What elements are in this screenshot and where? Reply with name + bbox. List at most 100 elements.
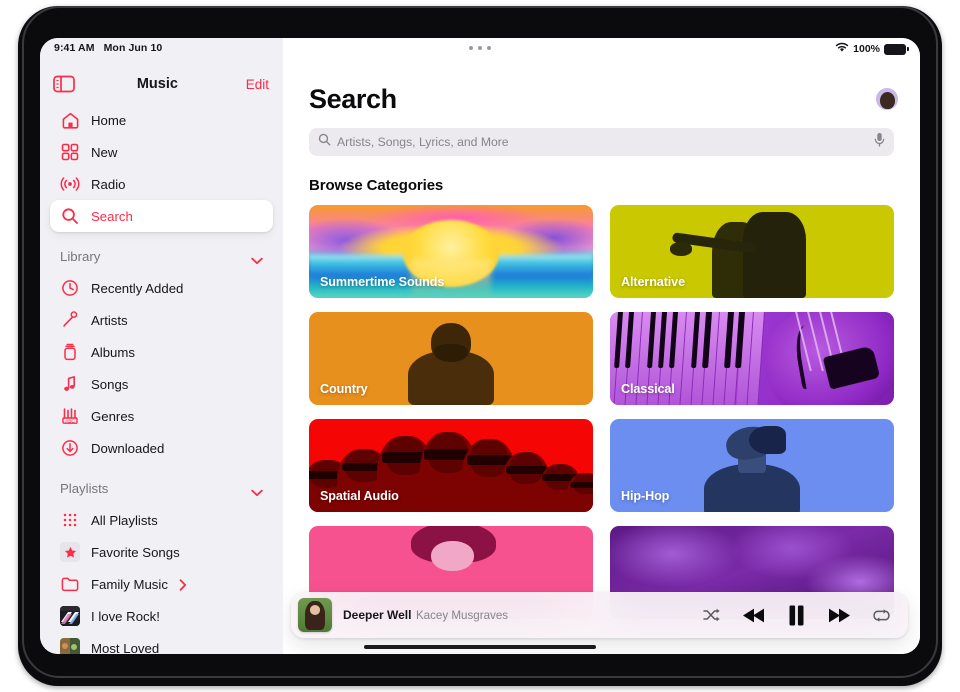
sidebar-item-label: Recently Added [91,280,184,296]
category-tile-alternative[interactable]: Alternative [610,205,894,298]
sidebar-item-i-love-rock[interactable]: I love Rock! [50,600,273,632]
repeat-button[interactable] [873,608,890,623]
album-stack-icon [60,342,80,362]
now-playing-title: Deeper Well [343,608,412,622]
sidebar-item-new[interactable]: New [50,136,273,168]
category-tile-label: Alternative [621,275,685,289]
sidebar-item-label: Home [91,112,127,128]
chevron-down-icon[interactable] [251,252,263,265]
sidebar-item-label: Most Loved [91,640,160,655]
now-playing-text: Deeper Well Kacey Musgraves [343,606,703,624]
clock-icon [60,278,80,298]
sidebar-item-label: Artists [91,312,128,328]
sidebar-item-label: Downloaded [91,440,165,456]
library-group-label: Library [60,248,101,264]
category-tile-label: Summertime Sounds [320,275,445,289]
avatar-face [879,92,895,109]
playlists-group-header[interactable]: Playlists [50,473,273,503]
handle-dot [487,46,491,50]
home-indicator[interactable] [364,645,596,649]
category-tile-summertime-sounds[interactable]: Summertime Sounds [309,205,593,298]
sidebar-title: Music [136,76,178,92]
sidebar-item-label: Albums [91,344,135,360]
multitasking-handle[interactable] [469,46,491,50]
chevron-down-icon[interactable] [251,484,263,497]
sidebar-item-radio[interactable]: Radio [50,168,273,200]
now-playing-bar[interactable]: Deeper Well Kacey Musgraves [291,592,908,638]
svg-text:ABC: ABC [65,418,75,423]
sidebar-item-label: Songs [91,376,129,392]
sidebar: Music Edit Home New Radio Search Library… [40,38,283,654]
next-button[interactable] [827,607,851,624]
dot-grid-icon [60,510,80,530]
edit-button[interactable]: Edit [246,77,269,92]
sidebar-item-label: All Playlists [91,512,158,528]
sidebar-item-label: Search [91,208,133,224]
playback-controls [703,605,890,626]
music-note-icon [60,374,80,394]
microphone-icon [60,310,80,330]
ipad-screen: 9:41 AM Mon Jun 10 100% Music Edit Home … [40,38,920,654]
figure-art [743,211,806,298]
sidebar-item-label: Favorite Songs [91,544,180,560]
house-icon [60,110,80,130]
sidebar-header: Music Edit [40,64,283,104]
main-content: Search Artists, Songs, Lyrics, and More [283,38,920,654]
sidebar-item-label: New [91,144,118,160]
category-tile-country[interactable]: Country [309,312,593,405]
sidebar-item-label: Genres [91,408,135,424]
category-tile-label: Hip-Hop [621,489,670,503]
sidebar-item-label: Radio [91,176,126,192]
playlist-artwork [60,638,80,654]
sidebar-item-favorite-songs[interactable]: Favorite Songs [50,536,273,568]
microphone-icon[interactable] [873,132,886,152]
sidebar-item-family-music[interactable]: Family Music [50,568,273,600]
sidebar-item-genres[interactable]: ABC Genres [50,400,273,432]
play-pause-button[interactable] [788,605,805,626]
sidebar-item-downloaded[interactable]: Downloaded [50,432,273,464]
sidebar-item-label: Family Music [91,576,168,592]
handle-dot [469,46,473,50]
grid-squares-icon [60,142,80,162]
handle-dot [478,46,482,50]
category-tile-label: Classical [621,382,675,396]
star-icon [60,542,80,562]
magnifier-icon [318,133,331,151]
category-tile-spatial-audio[interactable]: Spatial Audio [309,419,593,512]
category-tile-label: Country [320,382,368,396]
search-page: Search Artists, Songs, Lyrics, and More [283,64,920,619]
category-tile-label: Spatial Audio [320,489,399,503]
sidebar-item-home[interactable]: Home [50,104,273,136]
genres-icon: ABC [60,406,80,426]
playlists-group-label: Playlists [60,480,109,496]
hair-art [749,426,787,455]
sidebar-item-search[interactable]: Search [50,200,273,232]
sidebar-item-albums[interactable]: Albums [50,336,273,368]
shuffle-button[interactable] [703,608,720,622]
category-tile-classical[interactable]: Classical [610,312,894,405]
sidebar-item-recently-added[interactable]: Recently Added [50,272,273,304]
sidebar-item-artists[interactable]: Artists [50,304,273,336]
magnifier-icon [60,206,80,226]
category-tile-hip-hop[interactable]: Hip-Hop [610,419,894,512]
search-input[interactable]: Artists, Songs, Lyrics, and More [309,128,894,156]
face-art [431,540,474,571]
folder-icon [60,574,80,594]
album-artwork[interactable] [298,598,332,632]
sidebar-item-songs[interactable]: Songs [50,368,273,400]
now-playing-artist: Kacey Musgraves [415,609,509,622]
library-group-header[interactable]: Library [50,241,273,271]
user-avatar[interactable] [876,88,898,110]
previous-button[interactable] [742,607,766,624]
hand-art [669,242,693,257]
browse-categories-grid: Summertime Sounds Alternative Country Cl… [309,205,894,619]
page-title: Search [309,84,397,114]
sidebar-item-most-loved[interactable]: Most Loved [50,632,273,654]
crowd-figure-art [567,472,593,512]
sidebar-item-label: I love Rock! [91,608,160,624]
playlist-artwork [60,606,80,626]
browse-categories-heading: Browse Categories [309,177,444,194]
radio-waves-icon [60,174,80,194]
sidebar-item-all-playlists[interactable]: All Playlists [50,504,273,536]
chevron-right-icon[interactable] [179,578,187,591]
